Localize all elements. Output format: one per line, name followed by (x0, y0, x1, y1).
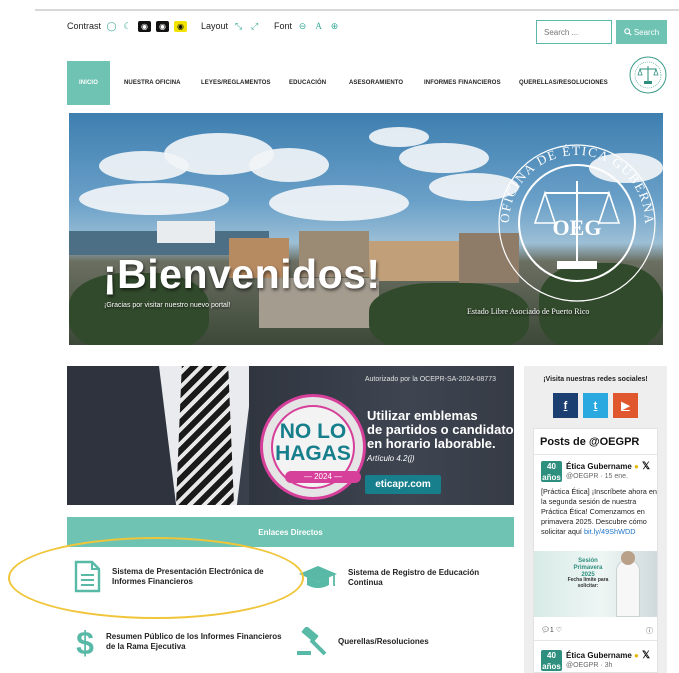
dark-eye-alt-icon[interactable]: ◉ (156, 20, 170, 32)
direct-link-continuing-education[interactable]: Sistema de Registro de Educación Continu… (298, 564, 498, 592)
direct-link-label: Resumen Público de los Informes Financie… (106, 632, 282, 651)
no-lo-hagas-badge: NO LO HAGAS — 2024 — (260, 394, 366, 500)
gavel-icon (297, 627, 327, 656)
nav-item-educacion[interactable]: EDUCACIÓN (289, 80, 326, 86)
nav-item-nuestra-oficina[interactable]: NUESTRA OFICINA (124, 80, 181, 86)
nav-item-querellas-resoluciones[interactable]: QUERELLAS/RESOLUCIONES (519, 80, 608, 86)
banner-authorization: Autorizado por la OCEPR-SA-2024-08773 (364, 376, 496, 383)
banner-url[interactable]: eticapr.com (365, 475, 441, 494)
campaign-banner[interactable]: Autorizado por la OCEPR-SA-2024-08773 NO… (67, 366, 514, 505)
verified-badge-icon: ● (634, 651, 639, 660)
nav-item-inicio[interactable]: INICIO (67, 61, 110, 105)
top-divider (35, 9, 679, 11)
oeg-logo-icon[interactable] (628, 55, 668, 95)
badge-year: — 2024 — (285, 471, 361, 483)
yellow-eye-icon[interactable]: ◉ (174, 20, 188, 32)
social-heading: ¡Visita nuestras redes sociales! (543, 376, 648, 383)
hero-subtitle: ¡Gracias por visitar nuestro nuevo porta… (104, 302, 231, 309)
avatar[interactable]: 40 años (541, 461, 562, 482)
twitter-icon[interactable]: t (583, 393, 608, 418)
direct-link-label: Querellas/Resoluciones (338, 637, 429, 646)
direct-link-financial-reports-system[interactable]: Sistema de Presentación Electrónica de I… (73, 560, 290, 593)
post-image-label2: Fecha límite para solicitar: (567, 577, 609, 589)
direct-link-label: Sistema de Registro de Educación Continu… (348, 568, 480, 587)
layout-label: Layout (201, 21, 229, 31)
banner-article: Artículo 4.2(j) (367, 454, 415, 463)
direct-link-label: Sistema de Presentación Electrónica de I… (112, 566, 264, 586)
direct-links-header: Enlaces Directos (67, 517, 514, 547)
verified-badge-icon: ● (634, 462, 639, 471)
font-increase-icon[interactable]: ⊕ (329, 21, 340, 32)
svg-text:$: $ (76, 626, 94, 658)
contrast-circle-icon[interactable]: ◯ (106, 21, 117, 32)
info-icon[interactable]: ⓘ (646, 626, 653, 636)
direct-link-querellas[interactable]: Querellas/Resoluciones (296, 627, 478, 657)
oeg-seal-icon: OFICINA DE ÉTICA GUBERNAMENTAL DE PUERTO… (497, 123, 656, 302)
badge-line2: HAGAS (275, 442, 351, 465)
contrast-label: Contrast (67, 21, 102, 31)
post-text: [Práctica Ética] ¡Inscríbete ahora en la… (541, 487, 657, 536)
x-logo-icon[interactable]: 𝕏 (642, 650, 650, 661)
hero-seal-caption: Estado Libre Asociado de Puerto Rico (467, 307, 590, 316)
reply-icon[interactable]: 💬︎1 ♡ (541, 626, 562, 636)
avatar[interactable]: 40 años (541, 650, 562, 671)
banner-message-line2: de partidos o candidatos (367, 422, 514, 437)
search-input[interactable] (536, 20, 612, 44)
feed-title: Posts de @OEGPR (540, 436, 640, 448)
tie-image (176, 366, 234, 505)
font-reset-icon[interactable]: A (313, 21, 324, 32)
post-author[interactable]: Ética Gubername ● (566, 462, 639, 471)
youtube-icon[interactable]: ▶ (613, 393, 638, 418)
twitter-feed[interactable]: Posts de @OEGPR 40 años Ética Gubername … (533, 428, 658, 673)
accessibility-toolbar: Contrast ◯ ☾ ◉ ◉ ◉ Layout ⤡ ⤢ Font ⊖ A ⊕ (67, 19, 340, 33)
font-label: Font (274, 21, 293, 31)
banner-message-line1: Utilizar emblemas (367, 408, 478, 423)
post-handle: @OEGPR · 3h (566, 662, 613, 669)
hero-title: ¡Bienvenidos! (103, 251, 381, 297)
document-icon (74, 560, 101, 593)
post-actions: 💬︎1 ♡ ⓘ (541, 626, 653, 636)
search-button-label: Search (633, 27, 660, 37)
graduation-cap-icon (299, 566, 337, 588)
search-icon (624, 28, 632, 36)
hero-banner: ¡Bienvenidos! ¡Gracias por visitar nuest… (69, 113, 663, 345)
nav-item-informes-financieros[interactable]: INFORMES FINANCIEROS (424, 80, 501, 86)
post-image[interactable]: Sesión Primavera 2025 Fecha límite para … (534, 551, 657, 617)
post-link[interactable]: bit.ly/49ShWDD (584, 527, 636, 536)
post-image-label: Sesión Primavera 2025 (573, 558, 603, 578)
dark-eye-icon[interactable]: ◉ (138, 20, 152, 32)
dollar-icon: $ (76, 626, 94, 658)
post-author[interactable]: Ética Gubername ● (566, 651, 639, 660)
badge-line1: NO LO (279, 420, 347, 443)
expand-icon[interactable]: ⤢ (249, 21, 260, 32)
collapse-icon[interactable]: ⤡ (233, 21, 244, 32)
moon-icon[interactable]: ☾ (122, 21, 133, 32)
direct-link-public-summary[interactable]: $ Resumen Público de los Informes Financ… (74, 626, 284, 658)
banner-message-line3: en horario laborable. (367, 436, 496, 451)
x-logo-icon[interactable]: 𝕏 (642, 461, 650, 472)
direct-links-title: Enlaces Directos (258, 527, 323, 537)
nav-item-leyes-reglamentos[interactable]: LEYES/REGLAMENTOS (201, 80, 271, 86)
post-handle: @OEGPR · 15 ene. (566, 473, 628, 480)
font-decrease-icon[interactable]: ⊖ (297, 21, 308, 32)
facebook-icon[interactable]: f (553, 393, 578, 418)
nav-item-asesoramiento[interactable]: ASESORAMIENTO (349, 80, 403, 86)
banner-message: Utilizar emblemas de partidos o candidat… (367, 409, 514, 451)
search-button[interactable]: Search (616, 20, 667, 44)
seal-initials: OEG (553, 215, 602, 240)
